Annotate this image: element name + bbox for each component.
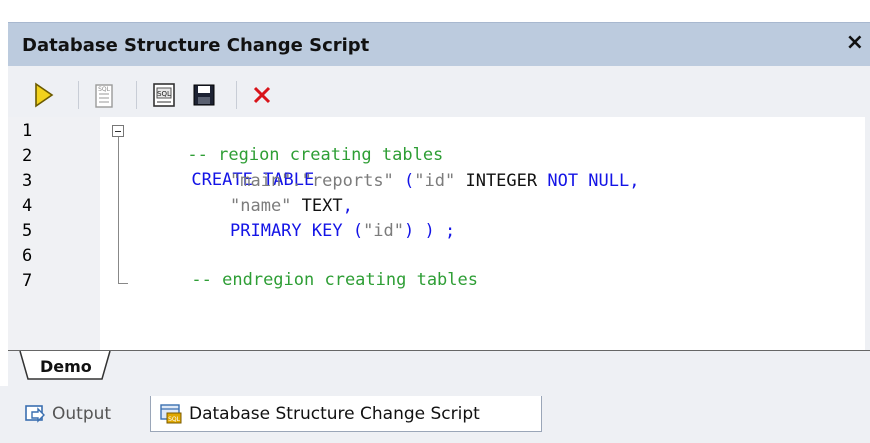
code-line-4: "name" TEXT,	[230, 194, 353, 218]
svg-text:SQL: SQL	[98, 86, 111, 93]
execute-button[interactable]	[28, 79, 60, 111]
sql-comment: -- endregion creating tables	[191, 270, 478, 290]
play-icon	[35, 82, 54, 108]
sql-keyword: PRIMARY KEY (	[230, 221, 364, 241]
sql-editor[interactable]: 1 2 3 4 5 6 7 -- region creating tables …	[8, 117, 865, 350]
tab-script-label: Database Structure Change Script	[189, 403, 480, 424]
output-icon	[25, 405, 45, 423]
tab-output[interactable]: Output	[24, 396, 111, 432]
sql-identifier: "main"	[230, 171, 292, 191]
title-bar: Database Structure Change Script ×	[8, 22, 870, 66]
sql-identifier: "id"	[363, 221, 405, 241]
sql-document-icon: SQL	[95, 84, 113, 108]
svg-text:SQL: SQL	[168, 416, 181, 423]
tab-demo[interactable]: Demo	[18, 351, 118, 381]
code-line-2: CREATE TABLE	[130, 144, 314, 190]
open-sql-file-button[interactable]: SQL	[148, 79, 180, 111]
close-icon[interactable]: ×	[846, 32, 864, 54]
sql-table-icon: SQL	[160, 403, 182, 423]
tab-output-label: Output	[52, 404, 112, 424]
bottom-panel-tabs: Output SQL Database Structure Change Scr…	[0, 386, 870, 443]
red-x-icon	[253, 86, 271, 104]
sql-punctuation: (	[393, 171, 415, 191]
line-number: 1	[22, 121, 33, 141]
document-tab-strip: Demo	[8, 350, 870, 387]
open-sql-editor-button[interactable]: SQL	[88, 79, 120, 111]
sql-file-icon: SQL	[153, 83, 175, 107]
line-number: 3	[22, 171, 33, 191]
fold-guide-line	[118, 137, 119, 283]
code-line-6: -- endregion creating tables	[130, 244, 478, 290]
sql-punctuation: ) ) ;	[404, 221, 456, 241]
line-number: 2	[22, 146, 33, 166]
tab-database-structure-change-script[interactable]: SQL Database Structure Change Script	[150, 396, 542, 432]
svg-text:SQL: SQL	[157, 90, 171, 98]
change-script-window: Database Structure Change Script × SQL S…	[0, 0, 870, 443]
line-number: 5	[22, 221, 33, 241]
line-number: 7	[22, 271, 33, 291]
toolbar-separator	[136, 81, 137, 109]
sql-identifier: "id"	[414, 171, 456, 191]
code-line-5: PRIMARY KEY ("id") ) ;	[230, 219, 455, 243]
code-line-1: -- region creating tables	[126, 119, 443, 165]
code-line-3: "main"."reports" ("id" INTEGER NOT NULL,	[230, 169, 639, 193]
sql-type: TEXT	[291, 196, 343, 216]
tab-demo-label: Demo	[40, 357, 92, 376]
close-script-button[interactable]	[246, 79, 278, 111]
toolbar-separator	[236, 81, 237, 109]
window-title: Database Structure Change Script	[22, 35, 370, 56]
line-number: 4	[22, 196, 33, 216]
sql-keyword: NOT NULL,	[547, 171, 640, 191]
fold-guide-end	[118, 283, 128, 284]
sql-punctuation: .	[291, 171, 302, 191]
sql-type: INTEGER	[455, 171, 548, 191]
floppy-disk-icon	[193, 84, 215, 106]
sql-punctuation: ,	[342, 196, 353, 216]
sql-identifier: "name"	[230, 196, 292, 216]
sql-identifier: "reports"	[301, 171, 394, 191]
save-button[interactable]	[188, 79, 220, 111]
collapse-region-icon[interactable]	[112, 125, 124, 137]
line-number: 6	[22, 246, 33, 266]
toolbar-separator	[78, 81, 79, 109]
